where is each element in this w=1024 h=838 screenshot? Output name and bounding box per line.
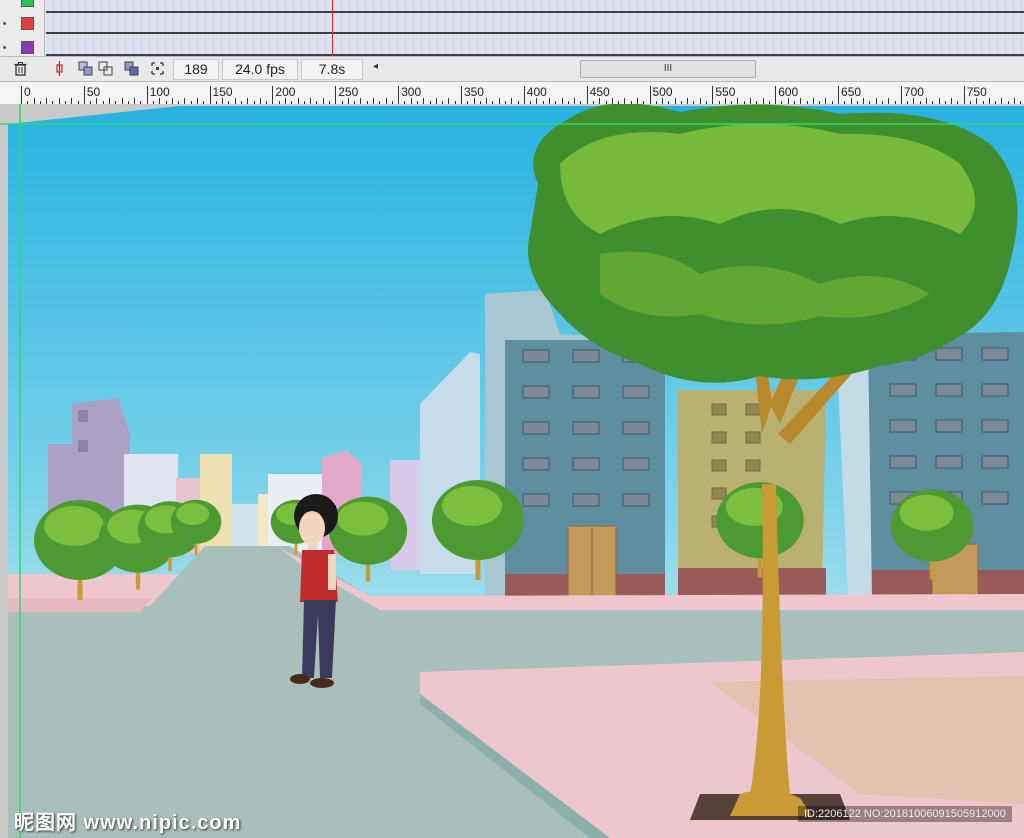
building-window: [622, 457, 650, 471]
ruler-label: 700: [903, 85, 924, 99]
layer-color-swatch-2[interactable]: [21, 17, 34, 30]
building-window: [981, 347, 1009, 361]
ruler-tick: [900, 86, 902, 104]
ruler-label: 650: [841, 85, 862, 99]
building-window: [935, 419, 963, 433]
ruler-tick: [398, 86, 400, 104]
modify-onion-markers-icon[interactable]: [150, 61, 165, 76]
edit-multiple-frames-icon[interactable]: [124, 61, 139, 76]
timeline-status-bar: 189 24.0 fps 7.8s ◂ III: [0, 56, 1024, 82]
ruler-tick: [335, 86, 337, 104]
ruler-label: 400: [526, 85, 547, 99]
ruler-label: 150: [212, 85, 233, 99]
building-window: [889, 455, 917, 469]
ruler-label: 600: [778, 85, 799, 99]
stage-artwork[interactable]: [0, 104, 1024, 838]
layer-row-2[interactable]: [0, 13, 44, 35]
ruler-label: 350: [463, 85, 484, 99]
frame-row-2[interactable]: [46, 13, 1024, 34]
building-window: [935, 455, 963, 469]
horizontal-ruler: 0 50 100 150 200 250 300 350 400 450 500 550 600 650 7…: [0, 82, 1024, 105]
layer-visibility-dot-2[interactable]: [3, 22, 6, 25]
ruler-label: 450: [589, 85, 610, 99]
ruler-label: 300: [401, 85, 422, 99]
layer-color-swatch-3[interactable]: [21, 41, 34, 54]
ruler-label: 550: [715, 85, 736, 99]
ruler-tick: [963, 86, 965, 104]
ruler-label: 0: [24, 85, 31, 99]
timeline-panel: [0, 0, 1024, 56]
ruler-label: 500: [652, 85, 673, 99]
building-window: [522, 421, 550, 435]
ruler-tick: [146, 86, 148, 104]
ruler-label: 200: [275, 85, 296, 99]
ruler-tick: [775, 86, 777, 104]
trash-icon[interactable]: [13, 61, 28, 76]
building-window: [889, 383, 917, 397]
scroll-thumb-grip: III: [663, 63, 673, 74]
layer-visibility-dot-3[interactable]: [3, 46, 6, 49]
building-window: [572, 349, 600, 363]
ruler-tick: [586, 86, 588, 104]
ruler-label: 250: [338, 85, 359, 99]
building-window: [745, 403, 761, 416]
building-window: [522, 349, 550, 363]
elapsed-time-field: 7.8s: [301, 59, 363, 80]
ruler-label: 100: [149, 85, 170, 99]
frame-row-3[interactable]: [46, 35, 1024, 56]
ruler-tick: [523, 86, 525, 104]
current-frame-field[interactable]: 189: [173, 59, 219, 80]
building-window: [622, 493, 650, 507]
curb-left: [8, 598, 152, 612]
ruler-label: 750: [966, 85, 987, 99]
building-window: [522, 385, 550, 399]
building-window: [711, 431, 727, 444]
ruler-label: 50: [86, 85, 101, 99]
ruler-tick: [649, 86, 651, 104]
building-window: [622, 385, 650, 399]
building-window: [622, 421, 650, 435]
onion-skin-outline-icon[interactable]: [98, 61, 113, 76]
stage[interactable]: 昵图网 www.nipic.com ID:2206122 NO:20181006…: [0, 104, 1024, 838]
ruler-tick: [21, 86, 22, 104]
building-window: [981, 383, 1009, 397]
building-window: [981, 455, 1009, 469]
onion-skin-icon[interactable]: [78, 61, 93, 76]
building-window: [935, 383, 963, 397]
center-frame-icon[interactable]: [52, 61, 67, 76]
ruler-tick: [838, 86, 840, 104]
building-window: [711, 403, 727, 416]
building-window: [711, 459, 727, 472]
ruler-tick: [272, 86, 274, 104]
building-window: [522, 457, 550, 471]
ruler-tick: [83, 86, 85, 104]
building-window: [981, 419, 1009, 433]
frame-rate-field[interactable]: 24.0 fps: [222, 59, 298, 80]
watermark-id: ID:2206122 NO:20181006091505912000: [798, 806, 1012, 822]
building-window: [935, 347, 963, 361]
ruler-tick: [209, 86, 211, 104]
building-window: [981, 491, 1009, 505]
frame-grid[interactable]: [46, 0, 1024, 56]
building-window: [522, 493, 550, 507]
building-window: [745, 431, 761, 444]
timeline-horizontal-scrollbar[interactable]: III: [580, 60, 756, 78]
layer-color-swatch-1[interactable]: [21, 0, 34, 7]
building-window: [572, 385, 600, 399]
watermark-nipic: 昵图网 www.nipic.com: [14, 812, 242, 834]
building-window: [889, 419, 917, 433]
building-window: [745, 459, 761, 472]
ruler-tick: [712, 86, 714, 104]
building-window: [572, 421, 600, 435]
building-window: [711, 487, 727, 500]
building-window: [572, 493, 600, 507]
layer-list: [0, 0, 45, 56]
building-window: [572, 457, 600, 471]
playhead[interactable]: [332, 0, 333, 56]
ruler-tick: [460, 86, 462, 104]
scroll-left-arrow-icon[interactable]: ◂: [373, 61, 378, 72]
frame-row-1[interactable]: [46, 0, 1024, 13]
